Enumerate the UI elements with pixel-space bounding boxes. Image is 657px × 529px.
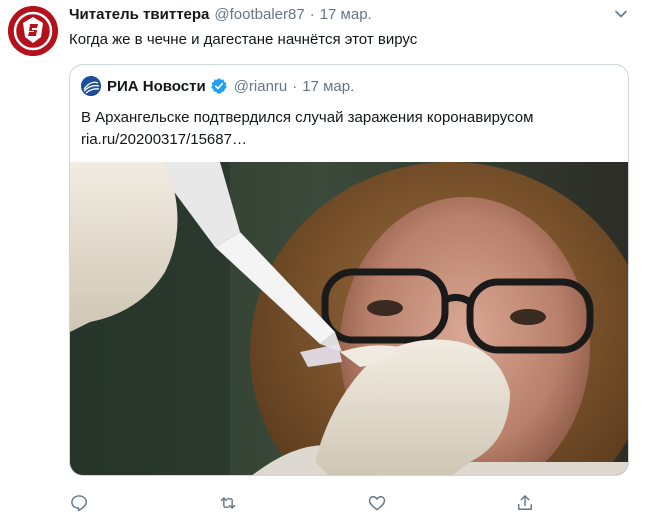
ria-logo-icon: [81, 76, 101, 96]
author-handle[interactable]: @footbaler87: [214, 6, 304, 23]
verified-badge-icon: [210, 78, 227, 94]
chevron-down-icon: [615, 10, 627, 18]
quoted-tweet-text: В Архангельске подтвердился случай зараж…: [81, 107, 621, 151]
quoted-tweet-image[interactable]: [70, 162, 628, 475]
tweet-header: Читатель твиттера @footbaler87 · 17 мар.: [69, 6, 372, 26]
retweet-button[interactable]: [218, 493, 240, 515]
like-button[interactable]: [367, 493, 389, 515]
tweet-text: Когда же в чечне и дагестане начнётся эт…: [69, 31, 418, 48]
reply-icon: [71, 495, 88, 512]
retweet-icon: [220, 497, 236, 509]
tweet-actions: [69, 493, 559, 515]
tweet-date[interactable]: 17 мар.: [320, 6, 372, 23]
quoted-tweet-date[interactable]: 17 мар.: [302, 78, 354, 95]
share-icon: [518, 495, 532, 510]
author-name[interactable]: Читатель твиттера: [69, 6, 209, 23]
quoted-tweet-header: РИА Новости @rianru · 17 мар.: [81, 76, 354, 96]
article-link[interactable]: ria.ru/20200317/15687…: [81, 129, 621, 151]
separator: ·: [292, 77, 298, 95]
quoted-text: В Архангельске подтвердился случай зараж…: [81, 109, 534, 126]
tweet[interactable]: Читатель твиттера @footbaler87 · 17 мар.…: [0, 0, 657, 529]
separator: ·: [309, 6, 315, 23]
spartak-logo-icon: [8, 6, 58, 56]
share-button[interactable]: [515, 493, 537, 515]
reply-button[interactable]: [69, 493, 91, 515]
quoted-tweet[interactable]: РИА Новости @rianru · 17 мар. В Архангел…: [69, 64, 629, 476]
avatar[interactable]: [8, 6, 58, 56]
like-icon: [368, 496, 386, 511]
quoted-author-handle[interactable]: @rianru: [234, 78, 288, 95]
lab-photo-image: [70, 162, 628, 475]
quoted-author-name[interactable]: РИА Новости: [107, 78, 206, 95]
more-options-button[interactable]: [613, 6, 629, 22]
